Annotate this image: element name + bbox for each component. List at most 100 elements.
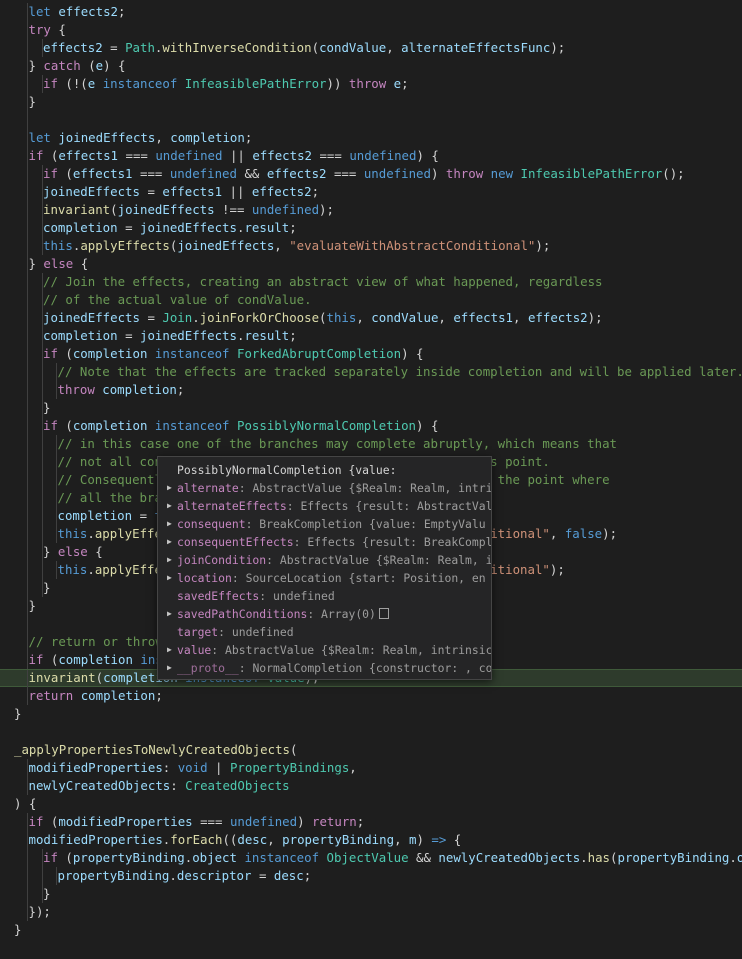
hover-property-row[interactable]: ▶ alternate: AbstractValue {$Realm: Realm… [158,479,491,497]
code-token: ( [80,58,96,73]
code-token: if [43,346,58,361]
expand-triangle-icon[interactable]: ▶ [167,497,175,515]
code-token: // in this case one of the branches may … [57,436,618,451]
expand-triangle-icon[interactable]: ▶ [167,533,175,551]
code-line[interactable]: invariant(joinedEffects !== undefined); [0,201,742,219]
code-token: ( [43,652,59,667]
hover-property-row[interactable]: ▶ savedPathConditions: Array(0) [158,605,491,623]
code-token: , [155,130,171,145]
code-line[interactable]: let joinedEffects, completion; [0,129,742,147]
code-line[interactable]: ) { [0,795,742,813]
code-token: undefined [363,166,431,181]
code-line[interactable] [0,723,742,741]
hover-property-row[interactable]: ▶ joinCondition: AbstractValue {$Realm: R… [158,551,491,569]
code-token: => [431,832,447,847]
code-line[interactable]: _applyPropertiesToNewlyCreatedObjects( [0,741,742,759]
hover-property-row[interactable]: ▶ consequent: BreakCompletion {value: Emp… [158,515,491,533]
expand-triangle-icon[interactable]: ▶ [167,641,175,659]
expand-triangle-icon[interactable]: ▶ [167,605,175,623]
code-line[interactable]: return completion; [0,687,742,705]
property-colon: : [286,499,301,513]
code-line[interactable]: if (propertyBinding.object instanceof Ob… [0,849,742,867]
hover-property-row[interactable]: ▶ location: SourceLocation {start: Positi… [158,569,491,587]
code-token: propertyBinding [57,868,170,883]
code-line[interactable]: modifiedProperties: void | PropertyBindi… [0,759,742,777]
code-line[interactable]: } [0,921,742,939]
code-text: } [14,921,21,939]
code-line[interactable]: this.applyEffects(joinedEffects, "evalua… [0,237,742,255]
code-line[interactable]: } catch (e) { [0,57,742,75]
code-line[interactable]: throw completion; [0,381,742,399]
property-colon: : [211,643,226,657]
code-token: try [28,22,51,37]
code-token: false [564,526,603,541]
code-text: // of the actual value of condValue. [43,291,312,309]
code-token: result [244,220,290,235]
indent-guides [0,705,200,723]
code-token: ) { [401,346,424,361]
property-key: savedEffects [177,589,260,603]
code-token: === [312,148,350,163]
code-line[interactable]: } [0,399,742,417]
array-info-icon [378,608,389,619]
code-token: CreatedObjects [185,778,290,793]
hover-property-row[interactable]: ▶ consequentEffects: Effects {result: Bre… [158,533,491,551]
code-text: return completion; [29,687,163,705]
code-line[interactable]: let effects2; [0,3,742,21]
code-line[interactable]: // of the actual value of condValue. [0,291,742,309]
code-token: applyEffects [80,238,170,253]
code-line[interactable]: if (effects1 === undefined || effects2 =… [0,147,742,165]
code-token: throw [348,76,394,91]
code-token: } [43,886,51,901]
code-line[interactable]: }); [0,903,742,921]
code-line[interactable]: completion = joinedEffects.result; [0,327,742,345]
expand-triangle-icon[interactable]: ▶ [167,515,175,533]
property-colon: : [266,553,280,567]
code-text: } [14,705,21,723]
code-token: catch [43,58,81,73]
code-line[interactable]: try { [0,21,742,39]
code-line[interactable]: joinedEffects = effects1 || effects2; [0,183,742,201]
code-line[interactable]: modifiedProperties.forEach((desc, proper… [0,831,742,849]
expand-triangle-icon[interactable]: ▶ [167,569,175,587]
code-line[interactable]: completion = joinedEffects.result; [0,219,742,237]
property-entry: savedPathConditions: Array(0) [177,605,389,623]
code-token: this [57,526,88,541]
code-line[interactable]: } [0,705,742,723]
code-line[interactable]: propertyBinding.descriptor = desc; [0,867,742,885]
property-value: AbstractValue {$Realm: Realm, intrinsic [225,643,491,657]
code-token: completion [80,688,156,703]
code-line[interactable]: if (modifiedProperties === undefined) re… [0,813,742,831]
code-token: joinedEffects [43,310,140,325]
code-line[interactable]: if (effects1 === undefined && effects2 =… [0,165,742,183]
code-line[interactable]: // Note that the effects are tracked sep… [0,363,742,381]
hover-property-row[interactable]: ▶ __proto__: NormalCompletion {constructo… [158,659,491,677]
code-line[interactable]: if (completion instanceof ForkedAbruptCo… [0,345,742,363]
code-token: undefined [251,202,320,217]
code-token: effects2 [43,40,103,55]
code-token: ( [290,742,298,757]
code-line[interactable]: newlyCreatedObjects: CreatedObjects [0,777,742,795]
code-line[interactable]: if (!(e instanceof InfeasiblePathError))… [0,75,742,93]
hover-title: PossiblyNormalCompletion {value: [177,463,397,477]
expand-triangle-icon[interactable]: ▶ [167,659,175,677]
expand-triangle-icon[interactable]: ▶ [167,551,175,569]
code-line[interactable]: } else { [0,255,742,273]
code-line[interactable]: if (completion instanceof PossiblyNormal… [0,417,742,435]
expand-triangle-icon[interactable]: ▶ [167,479,175,497]
code-text: // in this case one of the branches may … [58,435,618,453]
property-colon: : [245,517,260,531]
code-line[interactable]: } [0,885,742,903]
code-token: ; [401,76,409,91]
debug-hover-popup[interactable]: PossiblyNormalCompletion {value: ▶ altern… [157,456,492,680]
code-token: ( [57,418,73,433]
code-line[interactable]: // Join the effects, creating an abstrac… [0,273,742,291]
code-line[interactable]: effects2 = Path.withInverseCondition(con… [0,39,742,57]
hover-property-row[interactable]: ▶ alternateEffects: Effects {result: Abst… [158,497,491,515]
code-line[interactable]: } [0,93,742,111]
code-line[interactable] [0,111,742,129]
code-line[interactable]: joinedEffects = Join.joinForkOrChoose(th… [0,309,742,327]
code-line[interactable]: // in this case one of the branches may … [0,435,742,453]
hover-property-row[interactable]: ▶ value: AbstractValue {$Realm: Realm, in… [158,641,491,659]
code-text: } catch (e) { [29,57,126,75]
